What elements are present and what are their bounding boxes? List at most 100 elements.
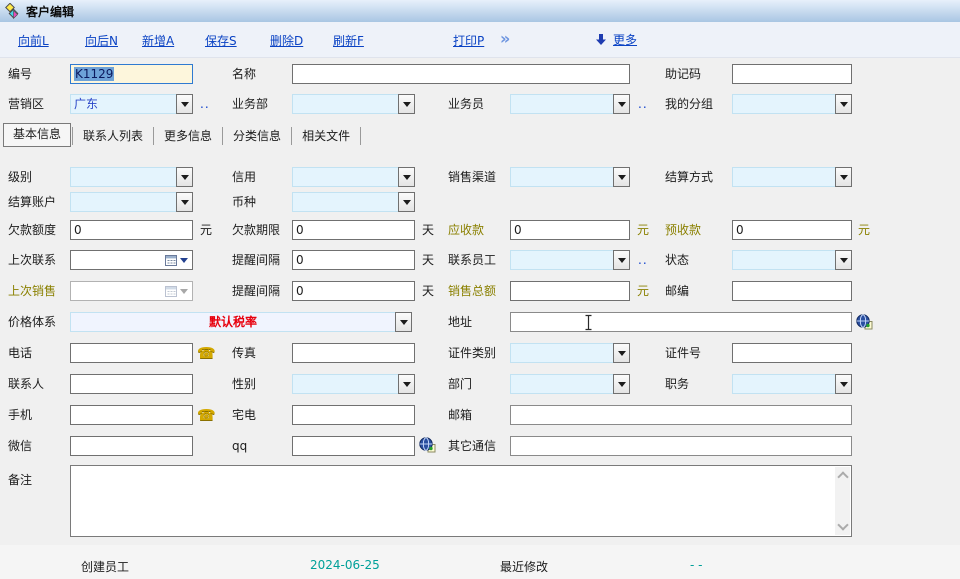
contact-staff-more-link[interactable]: .. xyxy=(638,250,648,270)
id-type-select[interactable] xyxy=(510,343,630,363)
globe-icon[interactable] xyxy=(856,314,873,333)
address-input[interactable] xyxy=(510,312,852,332)
region-label: 营销区 xyxy=(8,94,44,114)
next-button[interactable]: 向后N xyxy=(85,32,118,49)
dropdown-arrow-icon[interactable] xyxy=(613,167,630,187)
prepaid-input[interactable]: 0 xyxy=(732,220,852,240)
dropdown-arrow-icon[interactable] xyxy=(613,343,630,363)
dropdown-arrow-icon[interactable] xyxy=(398,374,415,394)
dropdown-arrow-icon[interactable] xyxy=(395,312,412,332)
contact-person-input[interactable] xyxy=(70,374,193,394)
modified-label: 最近修改 xyxy=(500,558,548,575)
region-select[interactable]: 广东 xyxy=(70,94,193,114)
prev-button[interactable]: 向前L xyxy=(18,32,49,49)
receivable-input[interactable]: 0 xyxy=(510,220,630,240)
notes-scrollbar[interactable] xyxy=(835,467,850,535)
add-button[interactable]: 新增A xyxy=(142,32,174,49)
status-select[interactable] xyxy=(732,250,852,270)
text-cursor xyxy=(584,314,593,331)
contact-staff-label: 联系员工 xyxy=(448,250,496,270)
dropdown-arrow-icon[interactable] xyxy=(835,250,852,270)
dropdown-arrow-icon[interactable] xyxy=(176,94,193,114)
dropdown-arrow-icon[interactable] xyxy=(398,167,415,187)
region-more-link[interactable]: .. xyxy=(200,94,210,114)
scroll-down-icon[interactable] xyxy=(837,519,848,530)
dropdown-arrow-icon[interactable] xyxy=(613,374,630,394)
salesman-more-link[interactable]: .. xyxy=(638,94,648,114)
globe-icon[interactable] xyxy=(419,437,436,456)
dropdown-arrow-icon[interactable] xyxy=(835,94,852,114)
credit-select[interactable] xyxy=(292,167,415,187)
other-comm-label: 其它通信 xyxy=(448,436,496,456)
dropdown-arrow-icon[interactable] xyxy=(398,192,415,212)
my-group-label: 我的分组 xyxy=(665,94,713,114)
mnemonic-input[interactable] xyxy=(732,64,852,84)
remind-sale-input[interactable]: 0 xyxy=(292,281,415,301)
department-select[interactable] xyxy=(510,374,630,394)
tab-contact-list[interactable]: 联系人列表 xyxy=(74,125,152,147)
contact-staff-select[interactable] xyxy=(510,250,630,270)
settle-account-label: 结算账户 xyxy=(8,192,56,212)
more-button[interactable]: 更多 xyxy=(595,31,637,48)
level-select[interactable] xyxy=(70,167,193,187)
phone-icon[interactable]: ☎ xyxy=(197,343,216,363)
dropdown-arrow-icon[interactable] xyxy=(176,192,193,212)
id-type-label: 证件类别 xyxy=(448,343,496,363)
sales-dept-label: 业务部 xyxy=(232,94,268,114)
wechat-input[interactable] xyxy=(70,436,193,456)
save-button[interactable]: 保存S xyxy=(205,32,237,49)
settle-method-select[interactable] xyxy=(732,167,852,187)
mobile-input[interactable] xyxy=(70,405,193,425)
debt-limit-input[interactable]: 0 xyxy=(70,220,193,240)
prepaid-unit: 元 xyxy=(858,220,870,240)
dropdown-arrow-icon[interactable] xyxy=(180,258,188,267)
tab-related-files[interactable]: 相关文件 xyxy=(293,125,359,147)
address-label: 地址 xyxy=(448,312,472,332)
dropdown-arrow-icon[interactable] xyxy=(613,94,630,114)
tab-more-info[interactable]: 更多信息 xyxy=(155,125,221,147)
settle-account-select[interactable] xyxy=(70,192,193,212)
chevron-double-right-icon[interactable]: » xyxy=(500,29,510,48)
last-contact-datepicker[interactable] xyxy=(70,250,193,270)
print-button[interactable]: 打印P xyxy=(453,32,484,49)
tab-category-info[interactable]: 分类信息 xyxy=(224,125,290,147)
job-title-select[interactable] xyxy=(732,374,852,394)
remind-contact-input[interactable]: 0 xyxy=(292,250,415,270)
scroll-up-icon[interactable] xyxy=(837,471,848,482)
refresh-button[interactable]: 刷新F xyxy=(333,32,364,49)
sales-total-label: 销售总额 xyxy=(448,281,496,301)
zip-input[interactable] xyxy=(732,281,852,301)
sales-channel-select[interactable] xyxy=(510,167,630,187)
phone-icon[interactable]: ☎ xyxy=(197,405,216,425)
name-input[interactable] xyxy=(292,64,630,84)
debt-term-input[interactable]: 0 xyxy=(292,220,415,240)
currency-label: 币种 xyxy=(232,192,256,212)
dropdown-arrow-icon[interactable] xyxy=(398,94,415,114)
dropdown-arrow-icon[interactable] xyxy=(613,250,630,270)
sales-total-input[interactable] xyxy=(510,281,630,301)
price-system-select[interactable]: 默认税率 xyxy=(70,312,412,332)
phone-input[interactable] xyxy=(70,343,193,363)
down-arrow-icon xyxy=(595,33,607,46)
mnemonic-label: 助记码 xyxy=(665,64,701,84)
id-number-input[interactable] xyxy=(732,343,852,363)
my-group-select[interactable] xyxy=(732,94,852,114)
home-phone-input[interactable] xyxy=(292,405,415,425)
qq-input[interactable] xyxy=(292,436,415,456)
dropdown-arrow-icon[interactable] xyxy=(835,167,852,187)
email-input[interactable] xyxy=(510,405,852,425)
code-input[interactable]: K1129 xyxy=(70,64,193,84)
salesman-select[interactable] xyxy=(510,94,630,114)
dropdown-arrow-icon[interactable] xyxy=(835,374,852,394)
home-phone-label: 宅电 xyxy=(232,405,256,425)
sales-dept-select[interactable] xyxy=(292,94,415,114)
other-comm-input[interactable] xyxy=(510,436,852,456)
delete-button[interactable]: 删除D xyxy=(270,32,303,49)
tab-basic-info[interactable]: 基本信息 xyxy=(3,123,71,147)
currency-select[interactable] xyxy=(292,192,415,212)
gender-select[interactable] xyxy=(292,374,415,394)
last-contact-label: 上次联系 xyxy=(8,250,56,270)
fax-input[interactable] xyxy=(292,343,415,363)
dropdown-arrow-icon[interactable] xyxy=(176,167,193,187)
notes-textarea[interactable] xyxy=(70,465,852,537)
